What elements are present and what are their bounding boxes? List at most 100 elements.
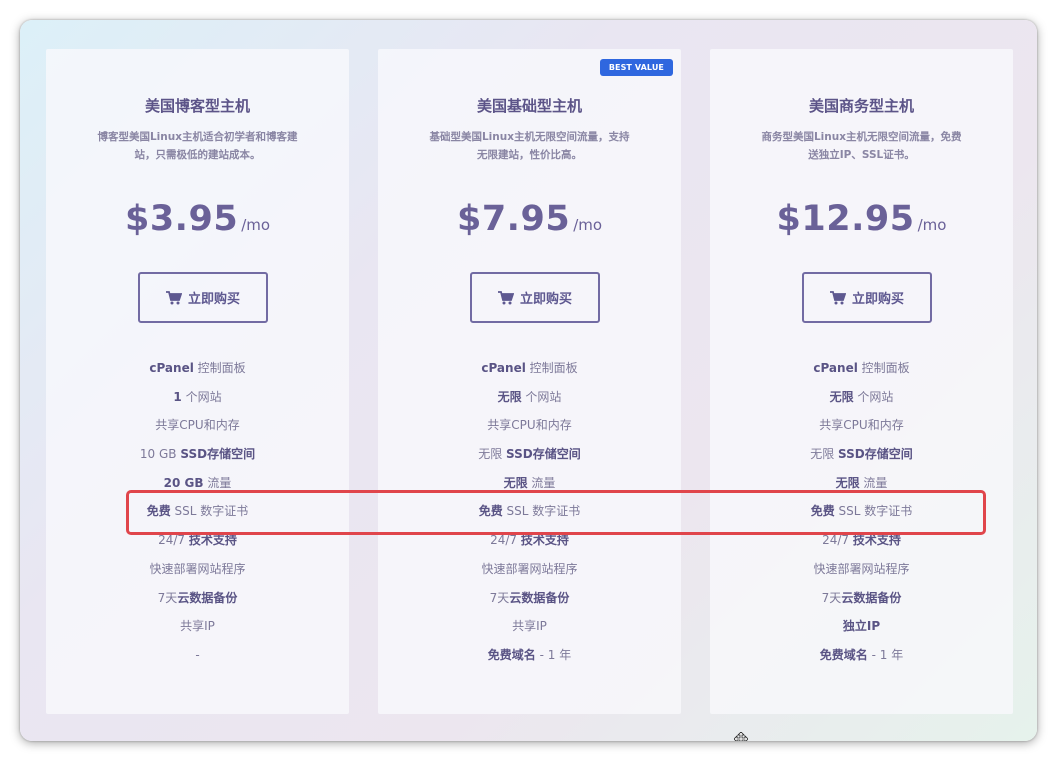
feature-text: 快速部署网站程序	[149, 561, 246, 576]
feature-strong: 免费域名	[819, 647, 868, 662]
feature-item: 无限 SSD存储空间	[378, 440, 681, 469]
feature-text: 流量	[859, 475, 888, 490]
feature-text: 共享CPU和内存	[819, 418, 904, 433]
plan-price: $12.95/mo	[710, 199, 1013, 239]
buy-now-button[interactable]: 立即购买	[802, 272, 932, 323]
feature-item: cPanel 控制面板	[710, 354, 1013, 383]
feature-strong: SSD存储空间	[180, 447, 256, 462]
feature-item: 1 个网站	[46, 383, 349, 412]
feature-item: cPanel 控制面板	[378, 354, 681, 383]
pricing-window: 美国博客型主机 博客型美国Linux主机适合初学者和博客建站，只需极低的建站成本…	[20, 20, 1037, 741]
buy-now-label: 立即购买	[851, 292, 904, 307]
feature-strong: 云数据备份	[841, 590, 902, 605]
feature-text: 流量	[203, 475, 232, 490]
feature-item: 快速部署网站程序	[378, 555, 681, 584]
feature-item: 共享CPU和内存	[46, 411, 349, 440]
feature-item: 7天云数据备份	[378, 584, 681, 613]
feature-item: 独立IP	[710, 612, 1013, 641]
shopping-cart-icon	[829, 290, 846, 304]
feature-item: 免费域名 - 1 年	[378, 641, 681, 670]
feature-text: - 1 年	[535, 647, 572, 662]
feature-text: 7天	[157, 590, 178, 605]
feature-item: 无限 SSD存储空间	[710, 440, 1013, 469]
plan-card-blog: 美国博客型主机 博客型美国Linux主机适合初学者和博客建站，只需极低的建站成本…	[46, 49, 349, 714]
feature-strong: 1	[173, 389, 182, 404]
feature-item: 共享IP	[378, 612, 681, 641]
feature-text: 共享CPU和内存	[487, 418, 572, 433]
plan-title: 美国博客型主机	[144, 97, 250, 115]
feature-strong: SSD存储空间	[838, 447, 913, 462]
plan-title: 美国商务型主机	[808, 97, 914, 115]
feature-text: 无限	[478, 447, 507, 462]
buy-now-button[interactable]: 立即购买	[138, 272, 268, 323]
price-amount: $7.95	[456, 199, 571, 239]
feature-item: 快速部署网站程序	[710, 555, 1013, 584]
plan-card-business: 美国商务型主机 商务型美国Linux主机无限空间流量，免费送独立IP、SSL证书…	[710, 49, 1013, 714]
feature-text: 控制面板	[857, 361, 910, 375]
feature-strong: 无限	[497, 389, 522, 404]
plan-description: 基础型美国Linux主机无限空间流量，支持无限建站，性价比高。	[429, 131, 630, 161]
price-unit: /mo	[573, 216, 603, 234]
buy-now-label: 立即购买	[187, 292, 240, 307]
feature-text: 个网站	[521, 389, 562, 404]
feature-text: 快速部署网站程序	[813, 561, 910, 576]
feature-text: 共享CPU和内存	[155, 418, 240, 433]
feature-text: 无限	[810, 447, 839, 462]
feature-text: 7天	[489, 590, 510, 605]
feature-item: 共享CPU和内存	[378, 411, 681, 440]
feature-item: 无限 个网站	[710, 383, 1013, 412]
feature-text: 控制面板	[193, 361, 246, 375]
feature-text: 7天	[821, 590, 842, 605]
plan-description: 博客型美国Linux主机适合初学者和博客建站，只需极低的建站成本。	[97, 131, 298, 161]
price-amount: $12.95	[776, 199, 915, 239]
feature-item: cPanel 控制面板	[46, 354, 349, 383]
feature-strong: 无限	[829, 389, 854, 404]
feature-text: 个网站	[853, 389, 894, 404]
feature-item: 7天云数据备份	[46, 584, 349, 613]
feature-strong: 无限	[503, 475, 528, 490]
feature-strong: 无限	[835, 475, 860, 490]
price-unit: /mo	[241, 216, 271, 234]
plan-card-basic: BEST VALUE 美国基础型主机 基础型美国Linux主机无限空间流量，支持…	[378, 49, 681, 714]
move-cursor-icon	[734, 732, 748, 741]
plan-price: $3.95/mo	[46, 199, 349, 239]
ssl-highlight-box	[126, 490, 986, 535]
feature-text: - 1 年	[867, 647, 904, 662]
feature-item: 共享CPU和内存	[710, 411, 1013, 440]
feature-text: 个网站	[181, 389, 222, 404]
feature-strong: cPanel	[149, 361, 194, 375]
feature-strong: 技术支持	[520, 533, 569, 548]
feature-strong: 免费域名	[487, 647, 536, 662]
feature-text: 控制面板	[525, 361, 578, 375]
feature-text: 24/7	[822, 533, 853, 548]
feature-text: 24/7	[490, 533, 521, 548]
buy-now-button[interactable]: 立即购买	[470, 272, 600, 323]
feature-strong: 独立IP	[842, 619, 881, 634]
feature-strong: cPanel	[813, 361, 858, 375]
price-amount: $3.95	[124, 199, 239, 239]
feature-item: 快速部署网站程序	[46, 555, 349, 584]
price-unit: /mo	[917, 216, 947, 234]
feature-strong: 20 GB	[163, 475, 204, 490]
feature-text: 共享IP	[512, 619, 547, 634]
feature-strong: 云数据备份	[509, 590, 570, 605]
feature-item: 无限 个网站	[378, 383, 681, 412]
feature-strong: cPanel	[481, 361, 526, 375]
feature-text: -	[195, 647, 200, 662]
plan-price: $7.95/mo	[378, 199, 681, 239]
plan-description: 商务型美国Linux主机无限空间流量，免费送独立IP、SSL证书。	[761, 131, 962, 161]
feature-item: 共享IP	[46, 612, 349, 641]
buy-now-label: 立即购买	[519, 292, 572, 307]
feature-text: 10 GB	[139, 447, 181, 462]
feature-text: 共享IP	[180, 619, 215, 634]
feature-strong: 技术支持	[852, 533, 901, 548]
feature-strong: SSD存储空间	[506, 447, 581, 462]
feature-text: 24/7	[158, 533, 189, 548]
feature-strong: 云数据备份	[177, 590, 238, 605]
feature-item: 10 GB SSD存储空间	[46, 440, 349, 469]
shopping-cart-icon	[497, 290, 514, 304]
feature-text: 流量	[527, 475, 556, 490]
feature-text: 快速部署网站程序	[481, 561, 578, 576]
feature-strong: 技术支持	[188, 533, 237, 548]
plan-title: 美国基础型主机	[476, 97, 582, 115]
